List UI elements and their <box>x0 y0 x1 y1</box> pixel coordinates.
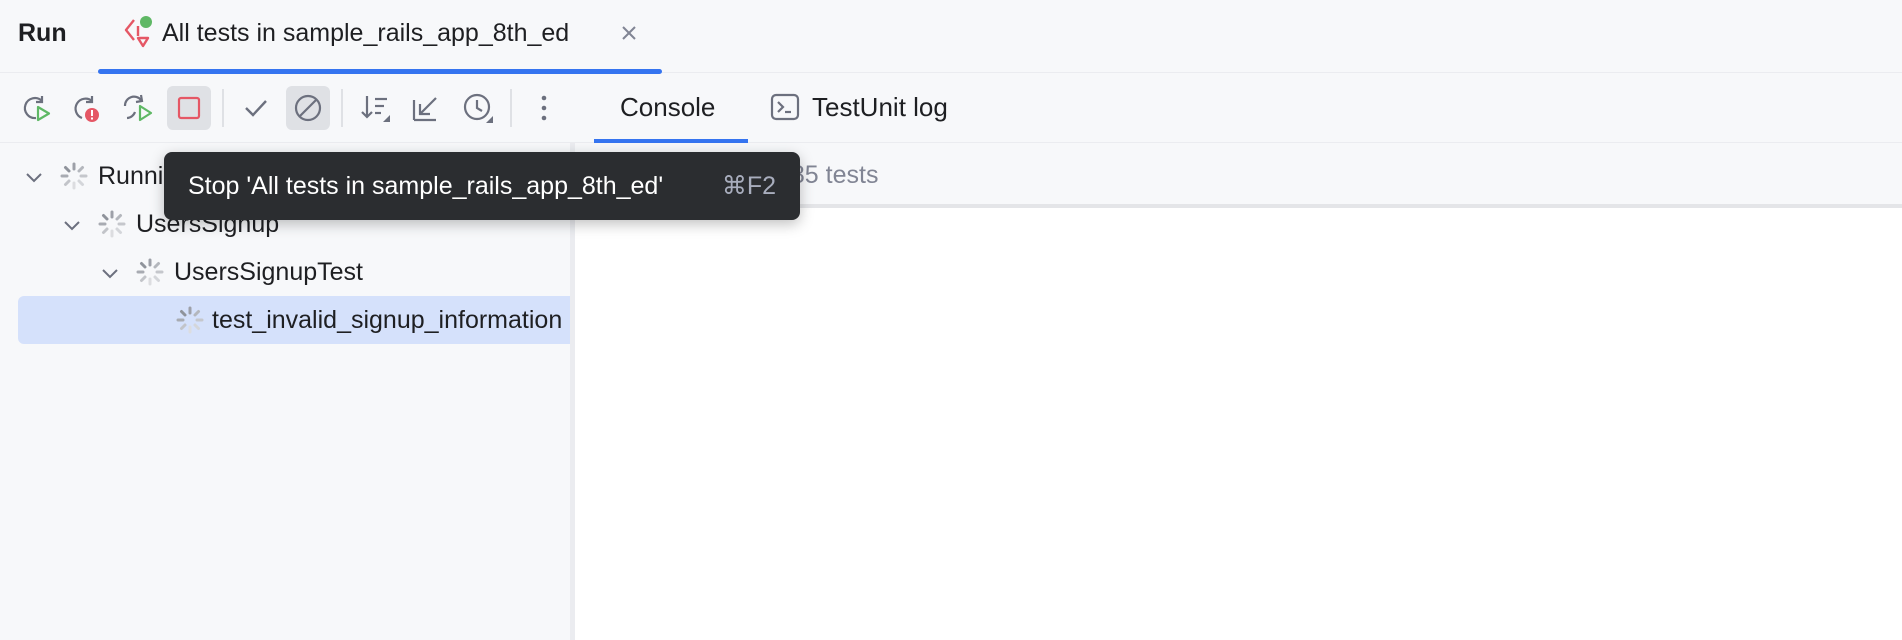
toolbar-separator <box>341 89 343 127</box>
tree-item-label: UsersSignupTest <box>174 258 363 286</box>
toolbar-separator <box>510 89 512 127</box>
auto-rerun-icon <box>123 94 153 122</box>
history-icon <box>463 93 493 123</box>
test-run-icon <box>122 14 156 52</box>
close-icon[interactable] <box>616 20 642 46</box>
run-config-tab-label: All tests in sample_rails_app_8th_ed <box>162 19 570 47</box>
spinner-icon <box>176 306 204 334</box>
import-icon <box>412 97 437 122</box>
run-config-tab[interactable]: All tests in sample_rails_app_8th_ed <box>98 0 662 74</box>
sort-button[interactable] <box>354 86 398 130</box>
tab-testunit-log[interactable]: TestUnit log <box>770 73 970 143</box>
import-tests-button[interactable] <box>404 86 448 130</box>
ignored-icon <box>294 94 322 122</box>
test-history-button[interactable] <box>456 86 500 130</box>
tree-item-test-invalid-signup[interactable]: test_invalid_signup_information <box>18 296 570 344</box>
sort-icon <box>361 96 390 122</box>
check-icon <box>245 100 267 117</box>
chevron-down-icon[interactable] <box>24 167 44 187</box>
tab-testunit-log-label: TestUnit log <box>812 92 948 122</box>
stop-icon <box>177 96 201 120</box>
tab-console[interactable]: Console <box>594 73 748 143</box>
spinner-icon <box>136 258 164 286</box>
tree-item-label: test_invalid_signup_information <box>212 306 563 334</box>
rerun-icon <box>23 96 51 122</box>
toolbar-separator <box>222 89 224 127</box>
stop-button[interactable] <box>167 86 211 130</box>
more-button[interactable] <box>522 86 566 130</box>
chevron-down-icon[interactable] <box>62 215 82 235</box>
toggle-auto-test-button[interactable] <box>116 86 160 130</box>
rerun-failed-button[interactable] <box>64 86 108 130</box>
tool-window-title: Run <box>18 19 67 47</box>
chevron-down-icon[interactable] <box>100 263 120 283</box>
rerun-button[interactable] <box>14 86 58 130</box>
spinner-icon <box>98 210 126 238</box>
terminal-icon <box>770 93 800 126</box>
rerun-failed-icon <box>74 96 99 122</box>
stop-tooltip: Stop 'All tests in sample_rails_app_8th_… <box>164 152 800 220</box>
tooltip-shortcut: ⌘F2 <box>721 172 776 200</box>
tree-item-userssignuptest[interactable]: UsersSignupTest <box>18 248 570 296</box>
more-vertical-icon <box>541 95 547 121</box>
show-passed-button[interactable] <box>234 86 278 130</box>
tooltip-text: Stop 'All tests in sample_rails_app_8th_… <box>188 172 664 200</box>
test-runner-toolbar: Console TestUnit log <box>0 73 1902 143</box>
show-ignored-button[interactable] <box>286 86 330 130</box>
spinner-icon <box>60 162 88 190</box>
tab-console-label: Console <box>620 92 716 122</box>
run-tool-window-header: Run All tests in sample_rails_app_8th_ed <box>0 0 1902 74</box>
